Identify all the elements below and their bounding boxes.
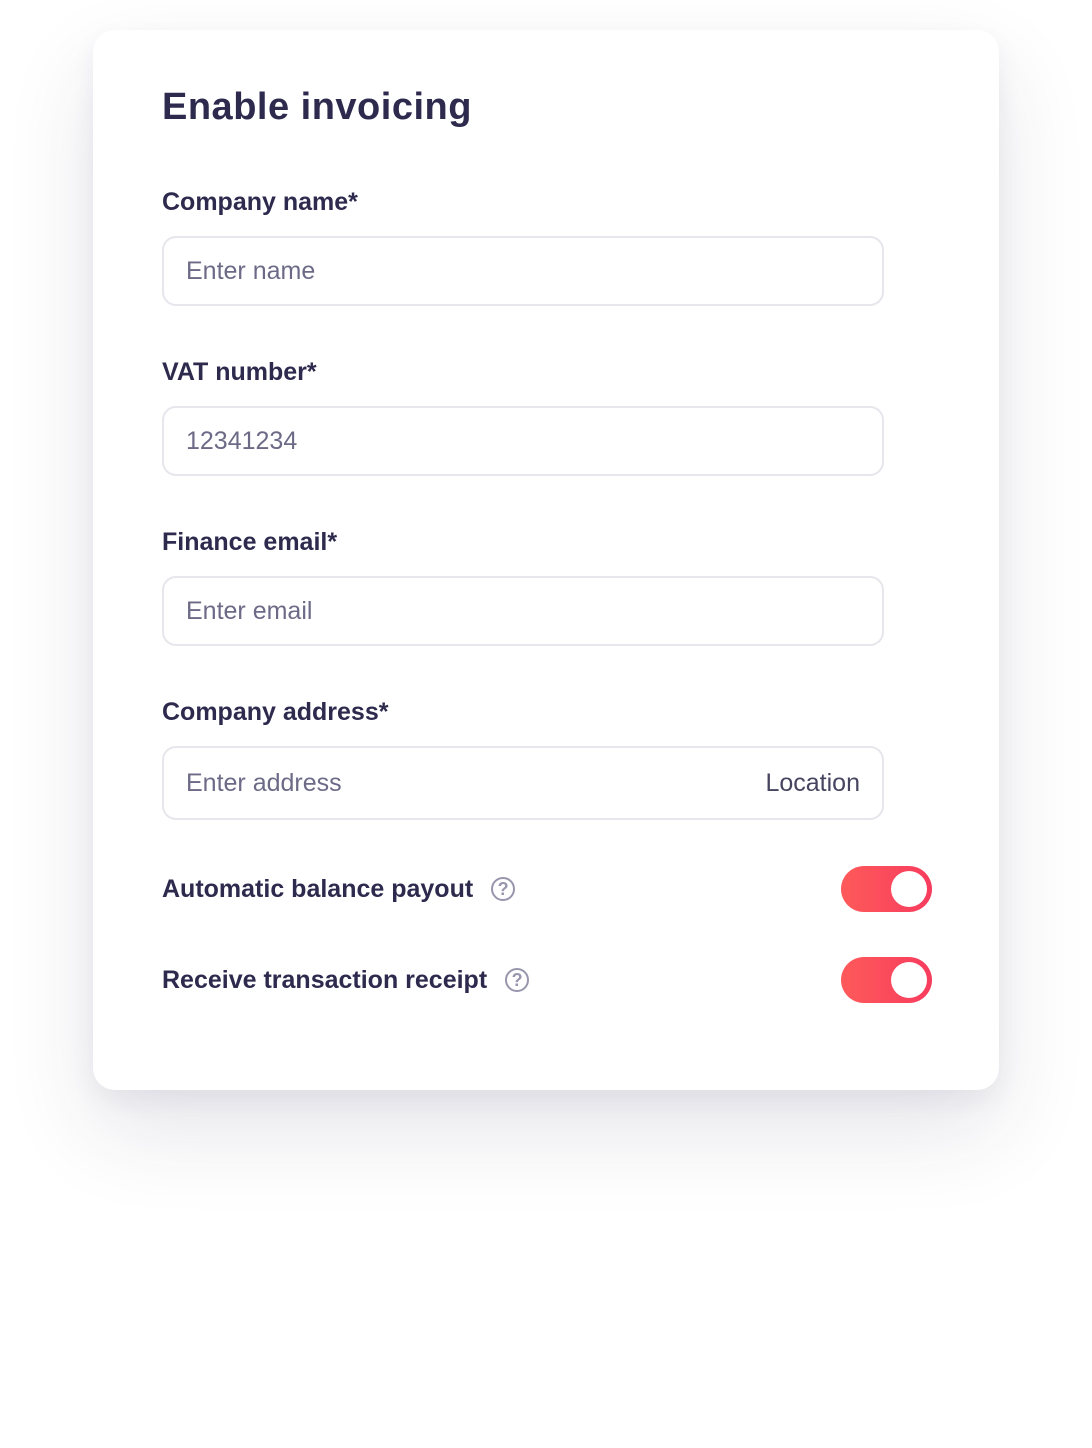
company-address-placeholder: Enter address [186, 768, 342, 797]
vat-number-label: VAT number* [162, 358, 317, 386]
company-address-input[interactable]: Enter address Location [162, 746, 884, 820]
company-address-label: Company address* [162, 698, 389, 726]
location-button[interactable]: Location [765, 769, 860, 798]
toggle-knob [891, 962, 927, 998]
toggle-row-transaction-receipt: Receive transaction receipt ? [162, 957, 932, 1003]
invoicing-card: Enable invoicing Company name* Enter nam… [93, 30, 999, 1090]
finance-email-placeholder: Enter email [186, 596, 313, 625]
toggle-knob [891, 871, 927, 907]
finance-email-label: Finance email* [162, 528, 338, 556]
automatic-payout-label: Automatic balance payout [162, 874, 474, 903]
transaction-receipt-toggle[interactable] [841, 957, 932, 1003]
company-name-label: Company name* [162, 188, 358, 216]
finance-email-input[interactable]: Enter email [162, 576, 884, 646]
page-title: Enable invoicing [162, 86, 472, 128]
automatic-payout-toggle[interactable] [841, 866, 932, 912]
question-circle-icon[interactable]: ? [491, 877, 516, 901]
transaction-receipt-label: Receive transaction receipt [162, 965, 488, 994]
company-name-input[interactable]: Enter name [162, 236, 884, 306]
question-circle-icon[interactable]: ? [505, 968, 530, 992]
company-name-placeholder: Enter name [186, 256, 316, 285]
vat-number-input[interactable]: 12341234 [162, 406, 884, 476]
vat-number-value: 12341234 [186, 426, 298, 455]
toggle-row-automatic-payout: Automatic balance payout ? [162, 866, 932, 912]
